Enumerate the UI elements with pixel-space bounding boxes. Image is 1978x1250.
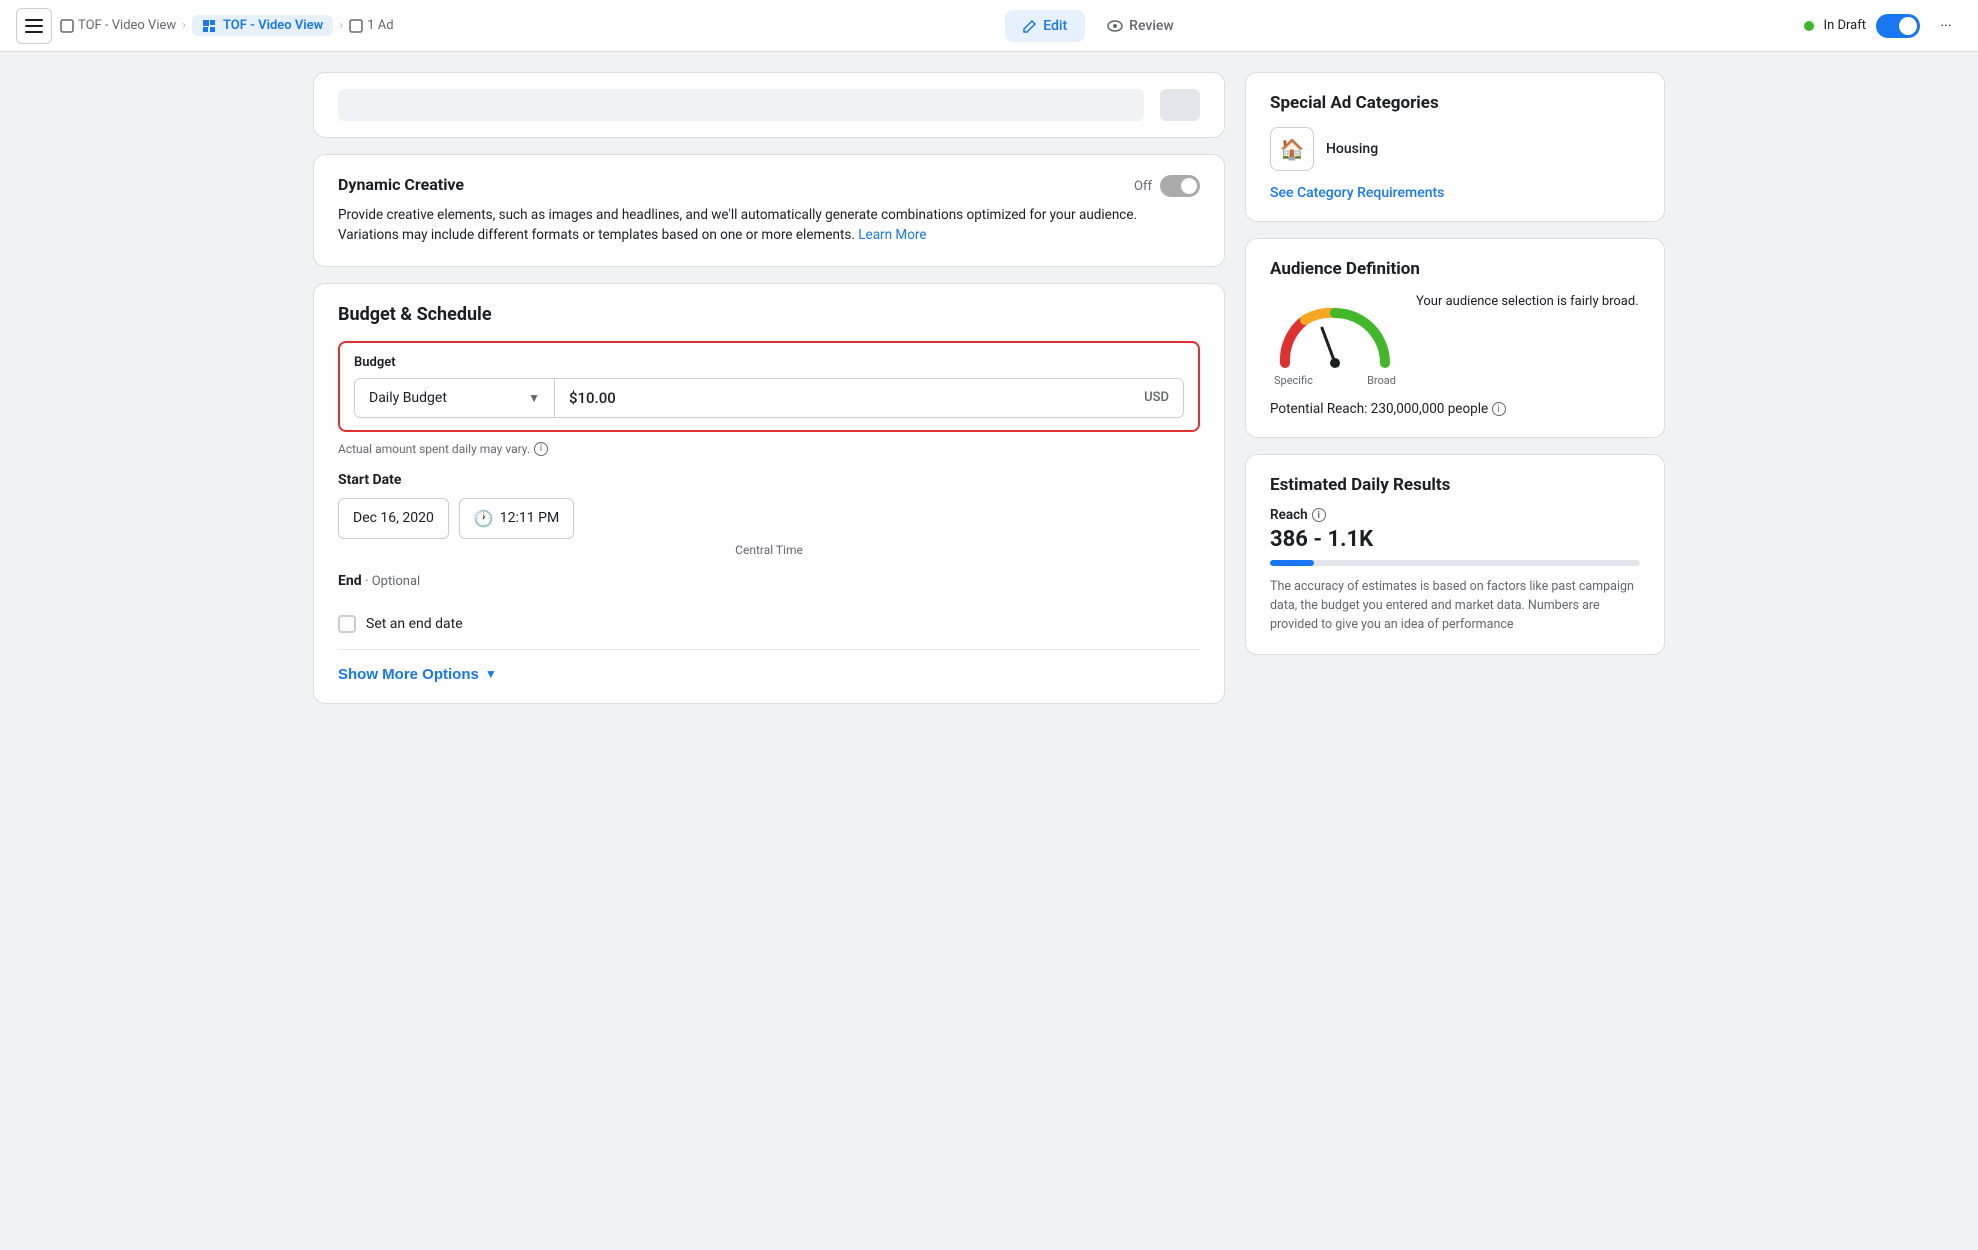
dc-toggle[interactable] — [1160, 175, 1200, 197]
see-requirements-link[interactable]: See Category Requirements — [1270, 185, 1444, 201]
end-optional: · Optional — [365, 574, 420, 589]
budget-label: Budget — [354, 355, 1184, 370]
audience-definition-title: Audience Definition — [1270, 259, 1640, 279]
dc-title: Dynamic Creative — [338, 175, 464, 194]
right-column: Special Ad Categories 🏠 Housing See Cate… — [1245, 72, 1665, 704]
budget-section-title: Budget & Schedule — [338, 304, 1200, 325]
nav-tabs: Edit Review — [1005, 10, 1192, 42]
results-note: The accuracy of estimates is based on fa… — [1270, 578, 1640, 634]
nav-right: In Draft ··· — [1804, 10, 1962, 42]
housing-icon: 🏠 — [1270, 127, 1314, 171]
end-date-row: Set an end date — [338, 615, 1200, 633]
show-more-button[interactable]: Show More Options ▼ — [338, 666, 497, 683]
end-date-text: Set an end date — [366, 616, 463, 632]
timezone-label: Central Time — [338, 543, 1200, 557]
gauge-container: Specific Broad Your audience selection i… — [1270, 293, 1640, 387]
budget-info-icon[interactable]: i — [534, 442, 548, 456]
start-date-label: Start Date — [338, 472, 1200, 488]
tab-edit[interactable]: Edit — [1005, 10, 1085, 42]
start-time-input[interactable]: 🕐 12:11 PM — [459, 498, 574, 539]
more-options-button[interactable]: ··· — [1930, 10, 1962, 42]
special-ad-categories-title: Special Ad Categories — [1270, 93, 1640, 113]
reach-label-info-icon[interactable]: i — [1312, 508, 1326, 522]
reach-label: Reach i — [1270, 507, 1640, 523]
estimated-results-card: Estimated Daily Results Reach i 386 - 1.… — [1245, 454, 1665, 655]
reach-bar-fill — [1270, 560, 1314, 566]
gauge-chart: Specific Broad — [1270, 293, 1400, 387]
category-item: 🏠 Housing — [1270, 127, 1640, 171]
status-dot — [1804, 21, 1814, 31]
end-date-checkbox[interactable] — [338, 615, 356, 633]
end-row: End · Optional — [338, 573, 1200, 599]
budget-box: Budget Daily Budget ▼ $10.00 USD — [338, 341, 1200, 432]
budget-note: Actual amount spent daily may vary. i — [338, 442, 1200, 456]
breadcrumb-item-2[interactable]: TOF - Video View — [192, 15, 333, 36]
sidebar-toggle-button[interactable] — [16, 8, 52, 44]
top-nav: TOF - Video View › TOF - Video View › 1 … — [0, 0, 1978, 52]
dc-toggle-area: Off — [1134, 175, 1200, 197]
breadcrumb: TOF - Video View › TOF - Video View › 1 … — [60, 15, 394, 36]
breadcrumb-item-1[interactable]: TOF - Video View — [60, 18, 176, 33]
budget-amount-input[interactable]: $10.00 USD — [555, 379, 1183, 417]
clock-icon: 🕐 — [474, 509, 494, 528]
nav-left: TOF - Video View › TOF - Video View › 1 … — [16, 8, 394, 44]
gauge-description: Your audience selection is fairly broad. — [1416, 293, 1639, 311]
budget-select-arrow-icon: ▼ — [528, 391, 540, 405]
truncated-button[interactable] — [1160, 89, 1200, 121]
dc-toggle-label: Off — [1134, 179, 1152, 194]
category-name: Housing — [1326, 141, 1378, 157]
gauge-labels: Specific Broad — [1270, 374, 1400, 387]
learn-more-link[interactable]: Learn More — [858, 227, 926, 243]
special-ad-categories-card: Special Ad Categories 🏠 Housing See Cate… — [1245, 72, 1665, 222]
tab-review[interactable]: Review — [1089, 10, 1192, 42]
main-layout: Dynamic Creative Off Provide creative el… — [289, 52, 1689, 724]
reach-bar-track — [1270, 560, 1640, 566]
start-date-input[interactable]: Dec 16, 2020 — [338, 498, 449, 539]
breadcrumb-sep-2: › — [339, 18, 343, 33]
dynamic-creative-card: Dynamic Creative Off Provide creative el… — [313, 154, 1225, 267]
budget-schedule-card: Budget & Schedule Budget Daily Budget ▼ … — [313, 283, 1225, 704]
reach-info-icon[interactable]: i — [1492, 402, 1506, 416]
left-column: Dynamic Creative Off Provide creative el… — [313, 72, 1225, 704]
budget-type-value: Daily Budget — [369, 390, 520, 406]
end-label: End · Optional — [338, 573, 420, 589]
breadcrumb-item-3[interactable]: 1 Ad — [349, 18, 393, 33]
reach-value: 386 - 1.1K — [1270, 527, 1640, 552]
truncated-bar — [338, 89, 1144, 121]
results-title: Estimated Daily Results — [1270, 475, 1640, 495]
section-divider — [338, 649, 1200, 650]
date-row: Dec 16, 2020 🕐 12:11 PM — [338, 498, 1200, 539]
truncated-card — [313, 72, 1225, 138]
budget-input-row: Daily Budget ▼ $10.00 USD — [354, 378, 1184, 418]
show-more-arrow-icon: ▼ — [485, 667, 497, 681]
potential-reach: Potential Reach: 230,000,000 people i — [1270, 401, 1640, 417]
breadcrumb-sep-1: › — [182, 18, 186, 33]
dc-header: Dynamic Creative Off — [338, 175, 1200, 197]
audience-definition-card: Audience Definition — [1245, 238, 1665, 438]
budget-type-select[interactable]: Daily Budget ▼ — [355, 379, 555, 417]
budget-currency: USD — [1144, 390, 1169, 405]
status-toggle[interactable] — [1876, 14, 1920, 38]
dc-body: Provide creative elements, such as image… — [338, 205, 1200, 246]
status-label: In Draft — [1824, 18, 1866, 33]
